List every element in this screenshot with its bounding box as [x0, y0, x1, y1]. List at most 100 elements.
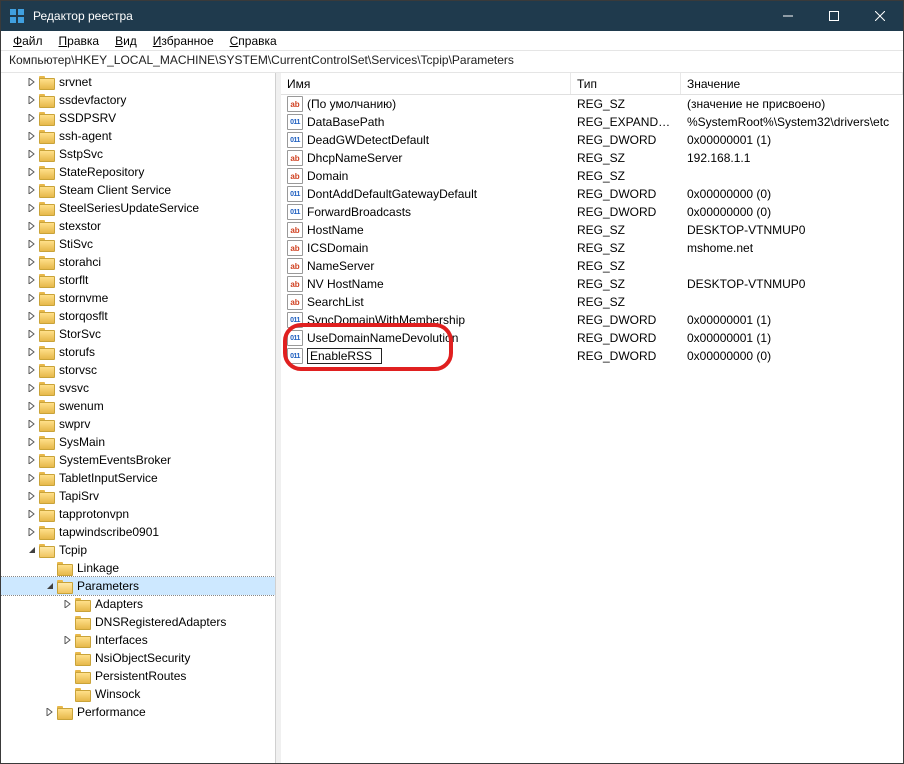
- value-row[interactable]: 011UseDomainNameDevolutionREG_DWORD0x000…: [281, 329, 903, 347]
- chevron-right-icon[interactable]: [25, 489, 39, 503]
- tree-item[interactable]: Interfaces: [1, 631, 275, 649]
- tree-item[interactable]: storqosflt: [1, 307, 275, 325]
- tree-item[interactable]: storufs: [1, 343, 275, 361]
- tree-item[interactable]: StiSvc: [1, 235, 275, 253]
- menu-edit[interactable]: Правка: [51, 32, 108, 50]
- chevron-right-icon[interactable]: [25, 417, 39, 431]
- tree-item[interactable]: Performance: [1, 703, 275, 721]
- chevron-right-icon[interactable]: [25, 129, 39, 143]
- chevron-right-icon[interactable]: [25, 75, 39, 89]
- chevron-right-icon[interactable]: [25, 525, 39, 539]
- value-row[interactable]: abNameServerREG_SZ: [281, 257, 903, 275]
- menu-view[interactable]: Вид: [107, 32, 145, 50]
- header-type[interactable]: Тип: [571, 73, 681, 94]
- value-row[interactable]: abDomainREG_SZ: [281, 167, 903, 185]
- value-row[interactable]: ab(По умолчанию)REG_SZ(значение не присв…: [281, 95, 903, 113]
- tree-item[interactable]: tapwindscribe0901: [1, 523, 275, 541]
- header-name[interactable]: Имя: [281, 73, 571, 94]
- close-button[interactable]: [857, 1, 903, 31]
- chevron-right-icon[interactable]: [25, 345, 39, 359]
- chevron-right-icon[interactable]: [25, 255, 39, 269]
- chevron-right-icon[interactable]: [25, 165, 39, 179]
- value-row[interactable]: abICSDomainREG_SZmshome.net: [281, 239, 903, 257]
- chevron-right-icon[interactable]: [25, 219, 39, 233]
- header-value[interactable]: Значение: [681, 73, 903, 94]
- chevron-right-icon[interactable]: [25, 435, 39, 449]
- tree-item[interactable]: Adapters: [1, 595, 275, 613]
- tree-item[interactable]: ssh-agent: [1, 127, 275, 145]
- menu-file[interactable]: Файл: [5, 32, 51, 50]
- expander-empty: [61, 651, 75, 665]
- tree-item[interactable]: StorSvc: [1, 325, 275, 343]
- value-row[interactable]: 011DontAddDefaultGatewayDefaultREG_DWORD…: [281, 185, 903, 203]
- chevron-right-icon[interactable]: [25, 363, 39, 377]
- tree-item[interactable]: stornvme: [1, 289, 275, 307]
- tree-panel[interactable]: srvnetssdevfactorySSDPSRVssh-agentSstpSv…: [1, 73, 276, 763]
- values-panel[interactable]: Имя Тип Значение ab(По умолчанию)REG_SZ(…: [281, 73, 903, 763]
- chevron-right-icon[interactable]: [43, 705, 57, 719]
- chevron-right-icon[interactable]: [25, 183, 39, 197]
- rename-input[interactable]: [307, 348, 382, 364]
- address-bar[interactable]: Компьютер\HKEY_LOCAL_MACHINE\SYSTEM\Curr…: [1, 51, 903, 73]
- tree-item[interactable]: SysMain: [1, 433, 275, 451]
- tree-item[interactable]: NsiObjectSecurity: [1, 649, 275, 667]
- menu-favorites[interactable]: Избранное: [145, 32, 222, 50]
- chevron-right-icon[interactable]: [25, 93, 39, 107]
- value-row[interactable]: abSearchListREG_SZ: [281, 293, 903, 311]
- tree-item[interactable]: ssdevfactory: [1, 91, 275, 109]
- maximize-button[interactable]: [811, 1, 857, 31]
- tree-item[interactable]: SteelSeriesUpdateService: [1, 199, 275, 217]
- tree-item[interactable]: storahci: [1, 253, 275, 271]
- chevron-right-icon[interactable]: [25, 471, 39, 485]
- chevron-right-icon[interactable]: [25, 147, 39, 161]
- tree-item[interactable]: srvnet: [1, 73, 275, 91]
- tree-item[interactable]: storflt: [1, 271, 275, 289]
- tree-item[interactable]: storvsc: [1, 361, 275, 379]
- value-row[interactable]: 011DataBasePathREG_EXPAND_SZ%SystemRoot%…: [281, 113, 903, 131]
- tree-item[interactable]: svsvc: [1, 379, 275, 397]
- chevron-right-icon[interactable]: [25, 453, 39, 467]
- chevron-right-icon[interactable]: [25, 309, 39, 323]
- tree-item[interactable]: Steam Client Service: [1, 181, 275, 199]
- value-row[interactable]: abHostNameREG_SZDESKTOP-VTNMUP0: [281, 221, 903, 239]
- cell-type: REG_SZ: [571, 223, 681, 237]
- tree-item[interactable]: tapprotonvpn: [1, 505, 275, 523]
- chevron-down-icon[interactable]: [43, 579, 57, 593]
- chevron-right-icon[interactable]: [25, 291, 39, 305]
- tree-item[interactable]: SstpSvc: [1, 145, 275, 163]
- minimize-button[interactable]: [765, 1, 811, 31]
- tree-item[interactable]: SSDPSRV: [1, 109, 275, 127]
- tree-item[interactable]: swenum: [1, 397, 275, 415]
- chevron-down-icon[interactable]: [25, 543, 39, 557]
- value-row[interactable]: 011DeadGWDetectDefaultREG_DWORD0x0000000…: [281, 131, 903, 149]
- chevron-right-icon[interactable]: [25, 237, 39, 251]
- chevron-right-icon[interactable]: [25, 111, 39, 125]
- tree-item[interactable]: stexstor: [1, 217, 275, 235]
- tree-item[interactable]: Winsock: [1, 685, 275, 703]
- tree-item[interactable]: Tcpip: [1, 541, 275, 559]
- tree-item[interactable]: DNSRegisteredAdapters: [1, 613, 275, 631]
- tree-item[interactable]: swprv: [1, 415, 275, 433]
- chevron-right-icon[interactable]: [25, 201, 39, 215]
- chevron-right-icon[interactable]: [61, 633, 75, 647]
- chevron-right-icon[interactable]: [25, 381, 39, 395]
- tree-item[interactable]: SystemEventsBroker: [1, 451, 275, 469]
- value-row[interactable]: 011ForwardBroadcastsREG_DWORD0x00000000 …: [281, 203, 903, 221]
- tree-item[interactable]: Parameters: [1, 577, 275, 595]
- menu-help[interactable]: Справка: [222, 32, 285, 50]
- tree-item[interactable]: TapiSrv: [1, 487, 275, 505]
- value-row[interactable]: 011SyncDomainWithMembershipREG_DWORD0x00…: [281, 311, 903, 329]
- chevron-right-icon[interactable]: [61, 597, 75, 611]
- tree-item[interactable]: PersistentRoutes: [1, 667, 275, 685]
- tree-item[interactable]: StateRepository: [1, 163, 275, 181]
- chevron-right-icon[interactable]: [25, 399, 39, 413]
- value-row[interactable]: 011REG_DWORD0x00000000 (0): [281, 347, 903, 365]
- value-row[interactable]: abNV HostNameREG_SZDESKTOP-VTNMUP0: [281, 275, 903, 293]
- value-row[interactable]: abDhcpNameServerREG_SZ192.168.1.1: [281, 149, 903, 167]
- tree-item[interactable]: Linkage: [1, 559, 275, 577]
- chevron-right-icon[interactable]: [25, 273, 39, 287]
- tree-item-label: swprv: [59, 417, 90, 431]
- chevron-right-icon[interactable]: [25, 507, 39, 521]
- chevron-right-icon[interactable]: [25, 327, 39, 341]
- tree-item[interactable]: TabletInputService: [1, 469, 275, 487]
